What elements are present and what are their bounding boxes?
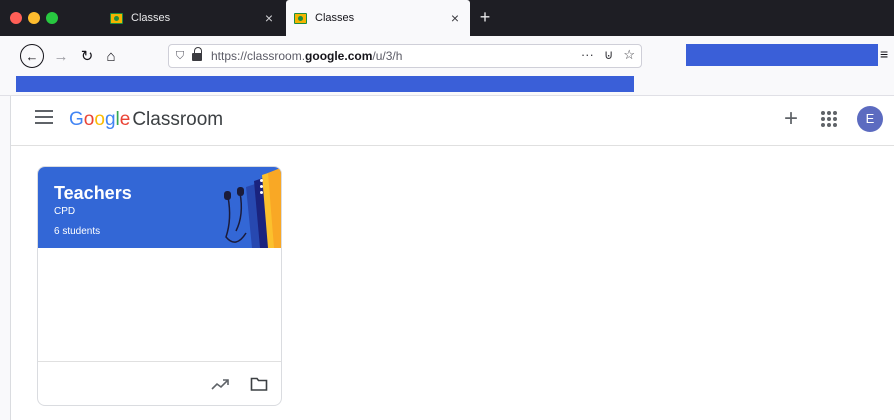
folder-icon[interactable] (250, 376, 268, 392)
tab-close-icon[interactable]: × (260, 10, 278, 26)
new-tab-button[interactable]: + (476, 7, 494, 28)
tab-title: Classes (315, 12, 355, 24)
browser-tab-1[interactable]: Classes × (102, 0, 284, 36)
shield-icon[interactable]: ⛉ (169, 50, 191, 63)
back-arrow-icon[interactable]: ← (20, 44, 44, 68)
classroom-page: Google Classroom + E Teachers CPD 6 stud… (10, 96, 894, 420)
browser-menu-icon[interactable]: ≡ (880, 46, 894, 62)
product-name: Classroom (132, 109, 224, 130)
student-count: 6 students (54, 226, 101, 237)
class-name[interactable]: Teachers (54, 183, 132, 204)
close-window-button[interactable] (10, 12, 22, 24)
redacted-region (16, 76, 634, 92)
minimize-window-button[interactable] (28, 12, 40, 24)
tab-close-icon[interactable]: × (446, 10, 464, 26)
books-headphones-illustration (224, 167, 281, 248)
app-header: Google Classroom + E (11, 96, 894, 146)
class-card[interactable]: Teachers CPD 6 students (37, 166, 282, 406)
account-avatar[interactable]: E (857, 106, 883, 132)
lock-icon[interactable] (191, 47, 205, 61)
navigation-bar: ← → ↻ ⌂ ⛉ https://classroom.google.com/u… (0, 36, 894, 76)
bookmark-star-icon[interactable]: ☆ (623, 47, 635, 63)
classroom-favicon-icon (110, 12, 123, 24)
browser-window: Classes × Classes × + ← → ↻ ⌂ ⛉ https://… (0, 0, 894, 420)
apps-grid-icon[interactable] (821, 111, 837, 127)
hamburger-icon[interactable] (35, 110, 53, 126)
tab-strip: Classes × Classes × + (0, 0, 894, 36)
tab-title: Classes (131, 12, 171, 24)
browser-tab-2[interactable]: Classes × (286, 0, 470, 36)
redacted-region (686, 44, 878, 66)
page-actions-icon[interactable]: ··· (581, 47, 594, 63)
class-card-footer (38, 361, 281, 405)
bookmarks-bar (0, 76, 894, 96)
forward-arrow-icon[interactable]: → (52, 44, 70, 68)
url-actions: ··· ⊍ ☆ (581, 47, 635, 63)
class-options-icon[interactable] (258, 179, 264, 197)
home-icon[interactable]: ⌂ (102, 44, 120, 68)
reload-icon[interactable]: ↻ (78, 44, 96, 68)
create-or-join-class-button[interactable]: + (777, 106, 805, 134)
url-text[interactable]: https://classroom.google.com/u/3/h (211, 49, 402, 63)
class-card-banner[interactable]: Teachers CPD 6 students (38, 167, 281, 248)
class-section: CPD (54, 206, 76, 217)
classroom-favicon-icon (294, 12, 307, 24)
address-bar[interactable]: ⛉ https://classroom.google.com/u/3/h ···… (168, 44, 642, 68)
pocket-icon[interactable]: ⊍ (604, 47, 614, 63)
google-classroom-logo[interactable]: Google Classroom (69, 109, 223, 131)
maximize-window-button[interactable] (46, 12, 58, 24)
trending-icon[interactable] (210, 376, 230, 392)
